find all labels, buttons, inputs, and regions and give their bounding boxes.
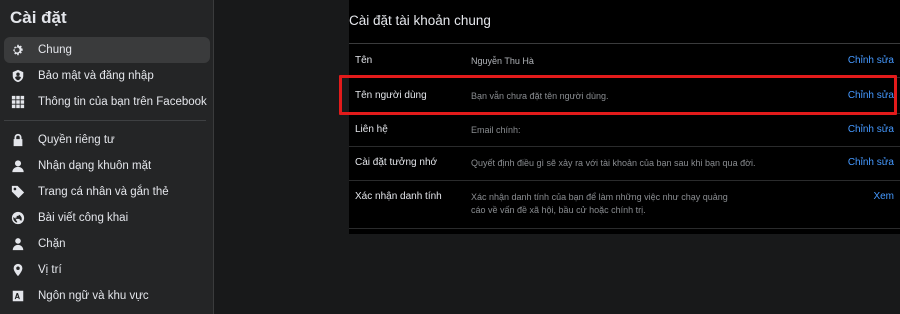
settings-row-name: Tên Nguyễn Thu Hà Chỉnh sửa [349,44,900,77]
row-divider [349,228,900,229]
settings-row-contact: Liên hệ Email chính: Chỉnh sửa [349,114,900,146]
general-account-settings-panel: Cài đặt tài khoản chung Tên Nguyễn Thu H… [349,0,900,234]
tag-icon [11,185,25,199]
edit-contact-link[interactable]: Chỉnh sửa [848,124,894,135]
row-label: Cài đặt tưởng nhớ [355,157,438,168]
globe-icon [11,211,25,225]
sidebar-item-label: Chung [38,44,72,56]
sidebar-item-label: Bảo mật và đăng nhập [38,70,154,82]
face-icon [11,159,25,173]
edit-name-link[interactable]: Chỉnh sửa [848,55,894,66]
sidebar-item-security[interactable]: Bảo mật và đăng nhập [4,63,210,89]
sidebar-item-general[interactable]: Chung [4,37,210,63]
location-pin-icon [11,263,25,277]
lock-icon [11,133,25,147]
row-value-line2: cáo về vấn đề xã hội, bầu cử hoặc chính … [471,205,646,215]
sidebar-title: Cài đặt [10,8,67,27]
edit-memorialization-link[interactable]: Chỉnh sửa [848,157,894,168]
sidebar-item-public-posts[interactable]: Bài viết công khai [4,205,210,231]
sidebar-item-label: Ngôn ngữ và khu vực [38,290,149,302]
row-value-line1: Xác nhận danh tính của bạn để làm những … [471,192,728,202]
row-label: Liên hệ [355,124,388,135]
settings-sidebar: Cài đặt Chung Bảo mật và đăng nhập Thông… [0,0,214,314]
sidebar-item-location[interactable]: Vị trí [4,257,210,283]
language-icon [11,289,25,303]
sidebar-item-privacy[interactable]: Quyền riêng tư [4,127,210,153]
grid-icon [11,95,25,109]
page-title: Cài đặt tài khoản chung [349,13,491,28]
sidebar-item-label: Vị trí [38,264,62,276]
sidebar-item-label: Bài viết công khai [38,212,129,224]
sidebar-item-label: Trang cá nhân và gắn thẻ [38,186,169,198]
sidebar-item-label: Nhận dạng khuôn mặt [38,160,152,172]
settings-row-memorialization: Cài đặt tưởng nhớ Quyết định điều gì sẽ … [349,147,900,179]
sidebar-item-face-recognition[interactable]: Nhận dạng khuôn mặt [4,153,210,179]
sidebar-item-label: Quyền riêng tư [38,134,115,146]
view-identity-link[interactable]: Xem [873,191,894,202]
sidebar-item-your-information[interactable]: Thông tin của bạn trên Facebook [4,89,210,115]
sidebar-item-label: Chặn [38,238,66,250]
sidebar-item-label: Thông tin của bạn trên Facebook [38,96,207,108]
shield-icon [11,69,25,83]
gear-icon [11,43,25,57]
row-value: Email chính: [471,125,521,135]
row-label: Tên [355,55,373,66]
sidebar-item-profile-tagging[interactable]: Trang cá nhân và gắn thẻ [4,179,210,205]
sidebar-item-blocking[interactable]: Chặn [4,231,210,257]
row-value: Nguyễn Thu Hà [471,56,534,66]
sidebar-item-language[interactable]: Ngôn ngữ và khu vực [4,283,210,309]
row-value: Quyết định điều gì sẽ xảy ra với tài kho… [471,158,756,168]
highlight-box [339,75,897,115]
block-user-icon [11,237,25,251]
sidebar-divider [4,120,206,121]
row-label: Xác nhận danh tính [355,191,442,202]
settings-row-identity-confirmation: Xác nhận danh tính Xác nhận danh tính củ… [349,181,900,227]
